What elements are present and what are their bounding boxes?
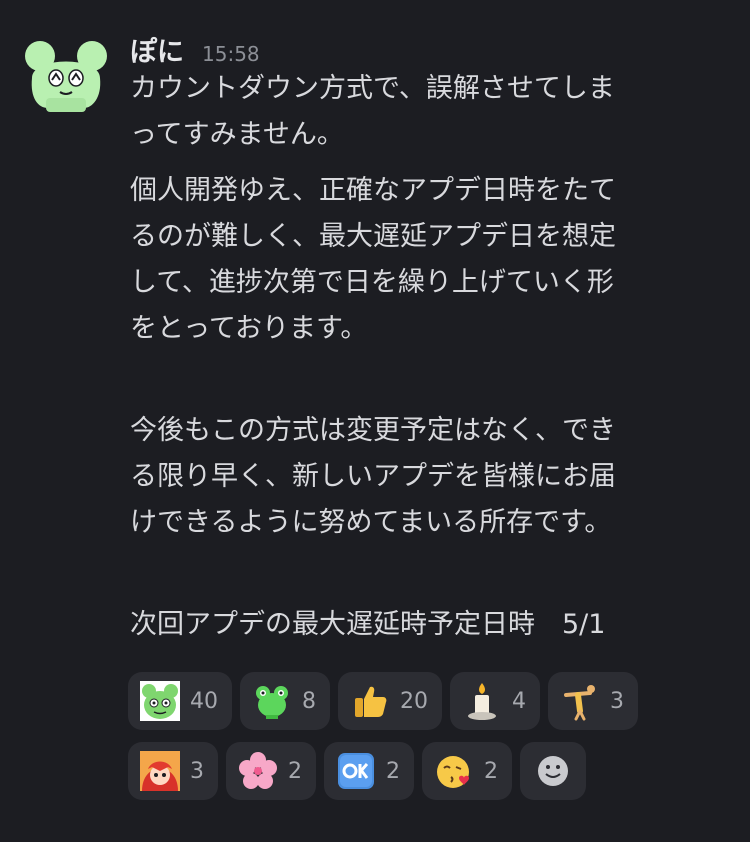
gymnast-icon <box>560 681 600 721</box>
reaction-green-frog[interactable]: 8 <box>240 672 330 730</box>
message-line: けできるように努めてまいる所存です。 <box>130 507 612 538</box>
green-mouse-face-icon <box>140 681 180 721</box>
reaction-row: 40 8 20 4 3 <box>128 672 728 730</box>
reaction-thumbs-up[interactable]: 20 <box>338 672 442 730</box>
smiley-add-reaction-icon <box>533 751 573 791</box>
avatar[interactable] <box>22 36 110 116</box>
paragraph-apology: カウントダウン方式で、誤解させてしま ってすみません。 <box>130 66 730 158</box>
reaction-count: 2 <box>484 758 498 784</box>
thumbs-up-icon <box>350 681 390 721</box>
reaction-count: 3 <box>190 758 204 784</box>
reaction-bar: 40 8 20 4 3 3 2 2 2 <box>128 672 728 812</box>
candle-icon <box>462 681 502 721</box>
message-line: ってすみません。 <box>130 119 344 150</box>
paragraph-policy: 今後もこの方式は変更予定はなく、でき る限り早く、新しいアプデを皆様にお届 けで… <box>130 362 730 546</box>
reaction-gymnast[interactable]: 3 <box>548 672 638 730</box>
reaction-ok-button[interactable]: 2 <box>324 742 414 800</box>
message-line: 今後もこの方式は変更予定はなく、でき <box>130 415 616 446</box>
ok-button-icon <box>336 751 376 791</box>
paragraph-next-date: 次回アプデの最大遅延時予定日時 5/1 <box>130 556 730 648</box>
reaction-row: 3 2 2 2 <box>128 742 728 800</box>
reaction-green-mouse[interactable]: 40 <box>128 672 232 730</box>
blowing-kiss-icon <box>434 751 474 791</box>
paragraph-explanation: 個人開発ゆえ、正確なアプデ日時をたて るのが難しく、最大遅延アプデ日を想定 して… <box>130 168 730 352</box>
reaction-count: 40 <box>190 688 218 714</box>
reaction-candle[interactable]: 4 <box>450 672 540 730</box>
message-body: カウントダウン方式で、誤解させてしま ってすみません。 個人開発ゆえ、正確なアプ… <box>130 66 730 648</box>
reaction-count: 4 <box>512 688 526 714</box>
reaction-red-hair-character[interactable]: 3 <box>128 742 218 800</box>
reaction-count: 8 <box>302 688 316 714</box>
reaction-count: 20 <box>400 688 428 714</box>
cherry-blossom-icon <box>238 751 278 791</box>
message-line: をとっております。 <box>130 313 368 344</box>
reaction-blowing-kiss[interactable]: 2 <box>422 742 512 800</box>
green-frog-icon <box>252 681 292 721</box>
red-hair-character-icon <box>140 751 180 791</box>
reaction-count: 2 <box>288 758 302 784</box>
message-line: 次回アプデの最大遅延時予定日時 5/1 <box>130 609 606 640</box>
message-header: ぽに 15:58 <box>130 30 260 69</box>
message-line: る限り早く、新しいアプデを皆様にお届 <box>130 461 616 492</box>
message-line: 個人開発ゆえ、正確なアプデ日時をたて <box>130 175 616 206</box>
message-line: して、進捗次第で日を繰り上げていく形 <box>130 267 614 298</box>
add-reaction-button[interactable] <box>520 742 586 800</box>
message-line: カウントダウン方式で、誤解させてしま <box>130 73 615 104</box>
reaction-count: 2 <box>386 758 400 784</box>
reaction-cherry-blossom[interactable]: 2 <box>226 742 316 800</box>
username[interactable]: ぽに <box>130 30 184 69</box>
timestamp[interactable]: 15:58 <box>202 42 260 66</box>
message-line: るのが難しく、最大遅延アプデ日を想定 <box>130 221 616 252</box>
green-mouse-avatar-icon <box>25 41 107 112</box>
reaction-count: 3 <box>610 688 624 714</box>
